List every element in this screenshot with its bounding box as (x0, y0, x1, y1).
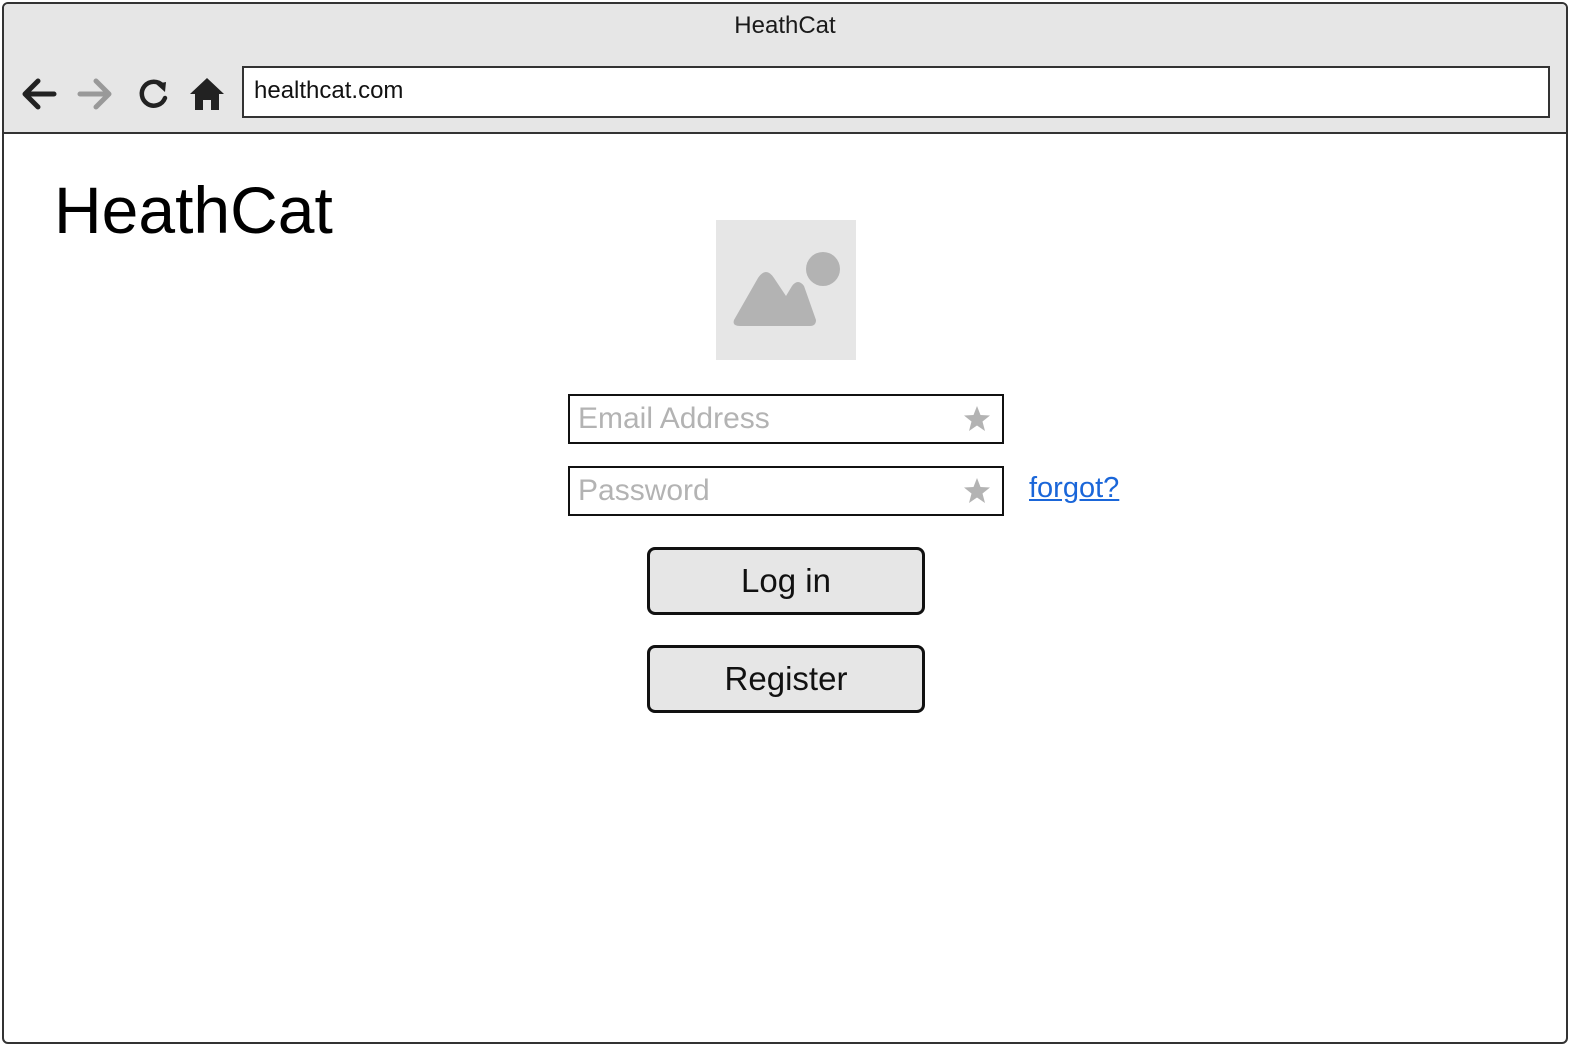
arrow-left-icon (22, 78, 57, 110)
forgot-password-link[interactable]: forgot? (1029, 472, 1119, 505)
reload-icon (139, 79, 168, 108)
home-icon (190, 78, 224, 110)
forward-button[interactable] (74, 72, 118, 116)
logo-image (716, 220, 856, 360)
image-placeholder-icon (733, 252, 840, 326)
reload-button[interactable] (131, 72, 175, 116)
arrow-right-icon (77, 78, 112, 110)
browser-window: HeathCat healthcat.com HeathCat Email Ad… (2, 2, 1568, 1044)
home-button[interactable] (185, 72, 229, 116)
email-placeholder: Email Address (578, 402, 770, 435)
email-field[interactable]: Email Address (568, 394, 1004, 444)
password-field[interactable]: Password (568, 466, 1004, 516)
password-placeholder: Password (578, 474, 710, 507)
window-title: HeathCat (734, 12, 836, 39)
login-button[interactable]: Log in (647, 547, 925, 615)
address-bar[interactable]: healthcat.com (242, 66, 1550, 118)
star-icon (964, 406, 990, 431)
register-button[interactable]: Register (647, 645, 925, 713)
url-text: healthcat.com (254, 77, 404, 104)
browser-chrome: HeathCat healthcat.com (4, 4, 1566, 134)
site-brand: HeathCat (54, 173, 333, 247)
back-button[interactable] (16, 72, 60, 116)
star-icon (964, 478, 990, 503)
